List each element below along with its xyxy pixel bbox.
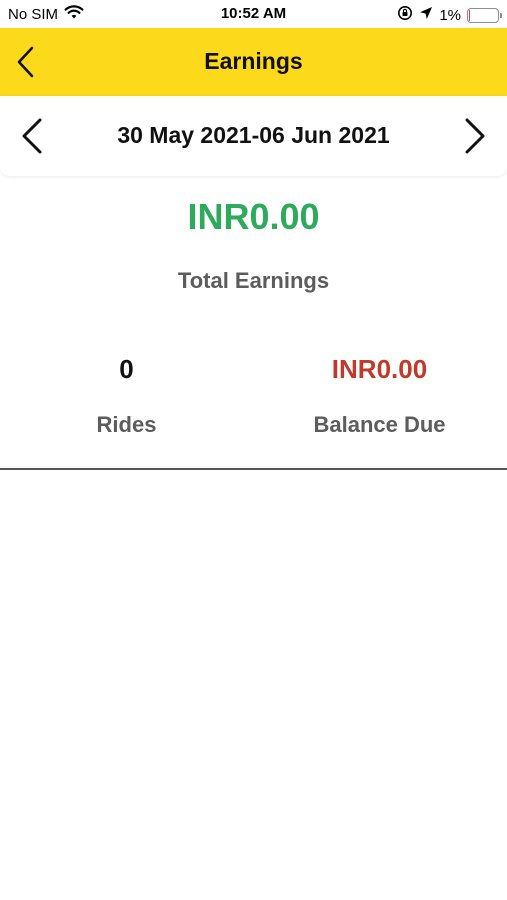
location-arrow-icon (419, 6, 433, 24)
total-earnings-label: Total Earnings (177, 268, 330, 293)
rides-label: Rides (96, 412, 157, 437)
date-range-selector: 30 May 2021-06 Jun 2021 (0, 96, 507, 176)
battery-percent: 1% (439, 6, 461, 24)
divider (0, 468, 507, 470)
rides-stat: 0 Rides (0, 352, 253, 438)
rotation-lock-icon (397, 5, 413, 25)
next-week-button[interactable] (457, 114, 491, 158)
balance-due-label: Balance Due (313, 412, 446, 437)
balance-due-stat: INR0.00 Balance Due (253, 352, 506, 438)
balance-due-amount: INR0.00 (331, 354, 428, 384)
status-right: 1% (397, 5, 502, 25)
chevron-right-icon (465, 118, 485, 154)
date-range-label: 30 May 2021-06 Jun 2021 (117, 122, 390, 148)
total-earnings-amount: INR0.00 (187, 196, 320, 237)
page-title: Earnings (204, 48, 303, 74)
battery-fill (469, 9, 470, 21)
battery-icon (467, 7, 502, 23)
nav-bar: Earnings (0, 28, 507, 96)
rides-count: 0 (119, 354, 134, 384)
status-bar: No SIM 10:52 AM 1% (0, 0, 507, 28)
